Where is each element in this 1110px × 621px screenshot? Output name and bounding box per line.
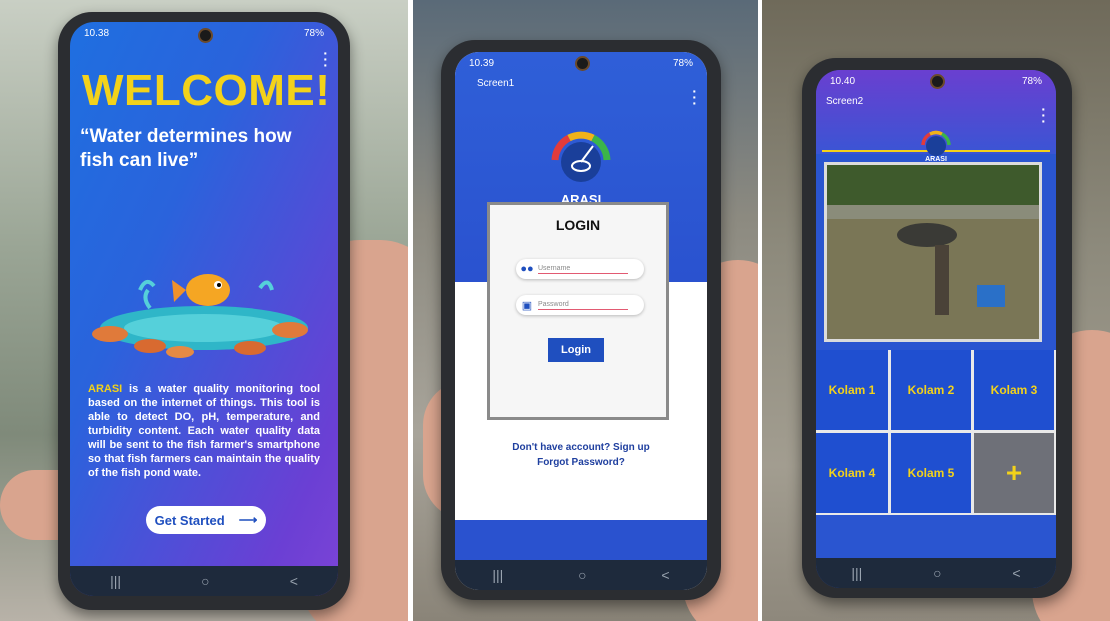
get-started-label: Get Started [154,512,225,528]
description-text: ARASI is a water quality monitoring tool… [88,382,320,480]
login-card: LOGIN ●● Username ▣ Password Login [487,202,669,420]
pond-card-1[interactable]: Kolam 1 [816,350,888,430]
camera-icon [930,74,945,89]
more-vert-icon[interactable]: · · · [1041,102,1046,128]
fish-pond-illustration [92,274,308,358]
password-field[interactable]: ▣ Password [516,295,644,315]
welcome-screen: 10.38 78% · · · WELCOME! “Water determines… [70,22,338,596]
phone-frame: 10.38 78% · · · WELCOME! “Water determines… [58,12,350,610]
status-time: 10.39 [469,57,495,69]
system-nav-bar: ||| ○ < [816,558,1056,588]
camera-icon [575,56,590,71]
system-nav-bar: ||| ○ < [455,560,707,590]
recent-apps-button[interactable]: ||| [492,567,503,583]
pond-card-2[interactable]: Kolam 2 [891,350,971,430]
status-battery: 78% [303,27,324,39]
gauge-logo-icon [551,131,611,182]
password-placeholder: Password [538,301,628,310]
status-battery: 78% [672,57,693,69]
dashboard-screen: 10.40 78% Screen2 · · · ARASI Kolam 1 Ko… [816,70,1056,588]
arrow-right-icon: ⟶ [238,512,258,527]
gauge-logo-icon [921,130,951,156]
pond-card-4[interactable]: Kolam 4 [816,433,888,513]
welcome-heading: WELCOME! [82,66,331,115]
login-title: LOGIN [555,217,601,233]
pond-card-5[interactable]: Kolam 5 [891,433,971,513]
camera-icon [198,28,213,43]
pond-grid: Kolam 1 Kolam 2 Kolam 3 Kolam 4 Kolam 5 … [816,350,1056,515]
get-started-button[interactable]: Get Started ⟶ [146,506,266,534]
home-button[interactable]: ○ [578,567,586,583]
lock-icon: ▣ [521,299,533,312]
back-button[interactable]: < [661,567,669,583]
phone-frame: 10.39 78% Screen1 · · · ARASI LOGIN ●● Use… [441,40,721,600]
add-pond-button[interactable]: + [974,433,1054,513]
username-placeholder: Username [538,265,628,274]
back-button[interactable]: < [1012,565,1020,581]
user-icon: ●● [520,263,534,275]
appbar-title: Screen1 [477,78,515,89]
more-vert-icon[interactable]: · · · [692,84,697,110]
login-footer-bg [455,520,707,560]
appbar-title: Screen2 [826,96,864,107]
pond-card-3[interactable]: Kolam 3 [974,350,1054,430]
welcome-quote: “Water determines how fish can live” [80,126,292,171]
username-field[interactable]: ●● Username [516,259,644,279]
home-button[interactable]: ○ [933,565,941,581]
login-button[interactable]: Login [548,338,604,362]
photo-panel-login: 10.39 78% Screen1 · · · ARASI LOGIN ●● Use… [413,0,758,621]
fish-icon [172,274,230,306]
recent-apps-button[interactable]: ||| [851,565,862,581]
pond-photo [824,162,1042,342]
photo-panel-welcome: 10.38 78% · · · WELCOME! “Water determines… [0,0,408,621]
fish-photo-illustration [827,165,1039,339]
status-time: 10.40 [830,75,856,87]
status-battery: 78% [1021,75,1042,87]
forgot-password-link[interactable]: Forgot Password? [455,457,707,468]
brand-name: ARASI [88,383,123,395]
status-time: 10.38 [84,27,110,39]
recent-apps-button[interactable]: ||| [110,573,121,589]
phone-frame: 10.40 78% Screen2 · · · ARASI Kolam 1 Ko… [802,58,1072,598]
signup-link[interactable]: Don't have account? Sign up [455,442,707,453]
description-body: is a water quality monitoring tool based… [88,383,320,479]
photo-panel-dashboard: 10.40 78% Screen2 · · · ARASI Kolam 1 Ko… [762,0,1110,621]
home-button[interactable]: ○ [201,573,209,589]
system-nav-bar: ||| ○ < [70,566,338,596]
back-button[interactable]: < [290,573,298,589]
login-screen: 10.39 78% Screen1 · · · ARASI LOGIN ●● Use… [455,52,707,590]
